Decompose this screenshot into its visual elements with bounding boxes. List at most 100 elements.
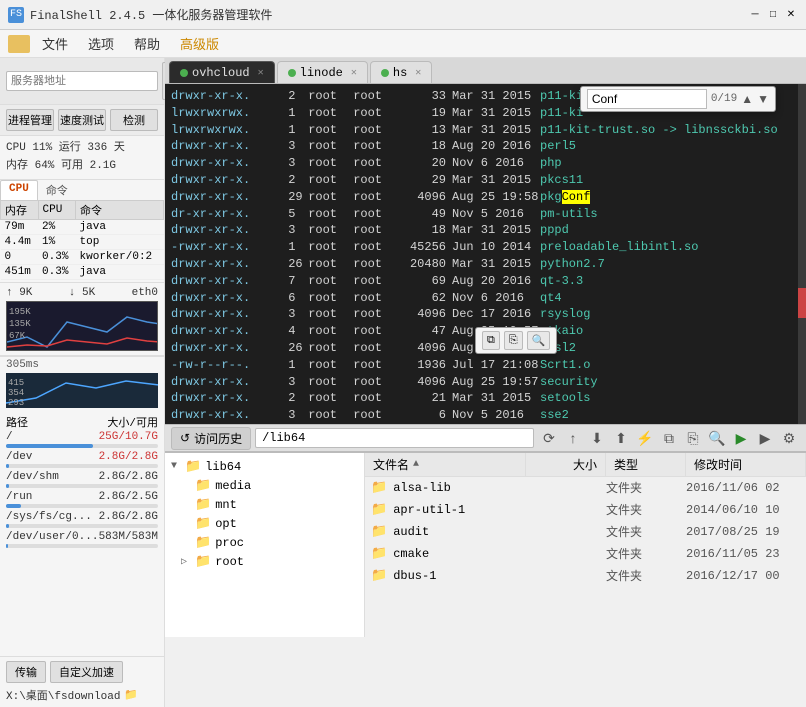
term-filename-4[interactable]: php [536, 155, 562, 172]
tab-close-ovhcloud[interactable]: ✕ [258, 67, 264, 79]
menu-item-premium[interactable]: 高级版 [172, 31, 227, 56]
ping-graph: 415 354 293 [6, 373, 158, 408]
term-filename-5[interactable]: pkcs11 [536, 172, 583, 189]
terminal-line-11: drwxr-xr-x. 7 root root69Aug 20 2016qt-3… [171, 273, 800, 290]
tab-cpu[interactable]: CPU [0, 180, 38, 200]
term-filename-18[interactable]: setools [536, 390, 590, 407]
tree-item-media[interactable]: 📁 media [165, 476, 364, 495]
header-filename[interactable]: 文件名 ▲ [365, 453, 526, 476]
upload-button[interactable]: ⬆ [610, 427, 632, 449]
file-date-0: 2016/11/06 02 [686, 481, 806, 495]
network-interface: eth0 [132, 287, 158, 299]
refresh-button[interactable]: ⟳ [538, 427, 560, 449]
settings-button[interactable]: ⚙ [778, 427, 800, 449]
process-row-1[interactable]: 4.4m1%top [1, 235, 164, 250]
term-filename-13[interactable]: rsyslog [536, 306, 590, 323]
term-filename-11[interactable]: qt-3.3 [536, 273, 583, 290]
term-filename-17[interactable]: security [536, 374, 598, 391]
terminal-line-4: drwxr-xr-x. 3 root root20Nov 6 2016php [171, 155, 800, 172]
term-filename-6[interactable]: pkgConf [536, 189, 590, 206]
term-filename-16[interactable]: Scrt1.o [536, 357, 590, 374]
term-filename-10[interactable]: python2.7 [536, 256, 605, 273]
term-perms: drwxr-xr-x. [171, 407, 281, 424]
custom-accel-button[interactable]: 自定义加速 [50, 661, 123, 683]
term-filename-3[interactable]: perl5 [536, 138, 576, 155]
menu-item-options[interactable]: 选项 [80, 31, 122, 56]
copy-popup: ⧉ ⎘ 🔍 [475, 327, 557, 354]
search-icon-button[interactable]: 🔍 [527, 331, 551, 350]
tree-item-proc[interactable]: 📁 proc [165, 533, 364, 552]
term-filename-1[interactable]: p11-ki [536, 105, 583, 122]
copy-btn2[interactable]: ⎘ [504, 331, 523, 350]
file-row-0[interactable]: 📁alsa-lib文件夹2016/11/06 02 [365, 477, 806, 499]
tab-cmd[interactable]: 命令 [38, 180, 76, 200]
transfer-button[interactable]: 传输 [6, 661, 46, 683]
tab-close-hs[interactable]: ✕ [415, 67, 421, 79]
file-row-2[interactable]: 📁audit文件夹2017/08/25 19 [365, 521, 806, 543]
folder-open-icon[interactable]: 📁 [124, 688, 138, 702]
proc-header-cmd: 命令 [76, 201, 164, 220]
process-row-3[interactable]: 451m0.3%java [1, 265, 164, 280]
header-size[interactable]: 大小 [526, 453, 606, 476]
paste-button[interactable]: ⎘ [682, 427, 704, 449]
search-prev-button[interactable]: ▲ [741, 92, 753, 106]
server-address-input[interactable] [6, 71, 158, 91]
term-group: root [346, 206, 391, 223]
term-filename-7[interactable]: pm-utils [536, 206, 598, 223]
tab-hs[interactable]: hs ✕ [370, 61, 432, 83]
menu-item-file[interactable]: 文件 [34, 31, 76, 56]
term-filename-0[interactable]: p11-ki [536, 88, 583, 105]
new-folder-button[interactable]: ▶ [730, 427, 752, 449]
copy-icon-button[interactable]: ⧉ [482, 331, 500, 350]
term-user: root [301, 323, 346, 340]
term-filename-9[interactable]: preloadable_libintl.so [536, 239, 698, 256]
term-filename-8[interactable]: pppd [536, 222, 569, 239]
term-user: root [301, 206, 346, 223]
header-type[interactable]: 类型 [606, 453, 686, 476]
file-date-1: 2014/06/10 10 [686, 503, 806, 517]
process-mgr-button[interactable]: 进程管理 [6, 109, 54, 131]
process-row-2[interactable]: 00.3%kworker/0:2 [1, 250, 164, 265]
tree-item-mnt[interactable]: 📁 mnt [165, 495, 364, 514]
search-files-button[interactable]: 🔍 [706, 427, 728, 449]
maximize-button[interactable]: □ [766, 8, 780, 22]
tab-close-linode[interactable]: ✕ [351, 67, 357, 79]
term-filename-12[interactable]: qt4 [536, 290, 562, 307]
file-row-3[interactable]: 📁cmake文件夹2016/11/05 23 [365, 543, 806, 565]
file-row-1[interactable]: 📁apr-util-1文件夹2014/06/10 10 [365, 499, 806, 521]
terminal-scrollbar-thumb[interactable] [798, 288, 806, 318]
tree-item-lib64[interactable]: ▼ 📁 lib64 [165, 457, 364, 476]
proc-cmd: kworker/0:2 [76, 250, 164, 265]
terminal[interactable]: 0/19 ▲ ▼ drwxr-xr-x. 2 root root33Mar 31… [165, 84, 806, 424]
term-user: root [301, 105, 346, 122]
minimize-button[interactable]: ─ [748, 8, 762, 22]
header-date[interactable]: 修改时间 [686, 453, 806, 476]
tab-linode[interactable]: linode ✕ [277, 61, 368, 83]
terminal-scrollbar[interactable] [798, 84, 806, 424]
play-button[interactable]: ▶ [754, 427, 776, 449]
history-button[interactable]: ↺ 访问历史 [171, 427, 251, 450]
close-button[interactable]: ✕ [784, 8, 798, 22]
copy-path-button[interactable]: ⧉ [658, 427, 680, 449]
tree-item-root[interactable]: ▷ 📁 root [165, 552, 364, 571]
tree-item-opt[interactable]: 📁 opt [165, 514, 364, 533]
up-button[interactable]: ↑ [562, 427, 584, 449]
file-row-4[interactable]: 📁dbus-1文件夹2016/12/17 00 [365, 565, 806, 587]
detect-button[interactable]: 检测 [110, 109, 158, 131]
speed-test-button[interactable]: 速度测试 [58, 109, 106, 131]
term-links: 5 [281, 206, 301, 223]
process-row-0[interactable]: 79m2%java [1, 220, 164, 235]
disk-bar-container-1 [6, 464, 158, 468]
search-input[interactable] [587, 89, 707, 109]
menu-item-help[interactable]: 帮助 [126, 31, 168, 56]
term-filename-2[interactable]: p11-kit-trust.so -> libnssckbi.so [536, 122, 778, 139]
tree-label-opt: opt [215, 517, 237, 531]
download-button[interactable]: ⬇ [586, 427, 608, 449]
lightning-button[interactable]: ⚡ [634, 427, 656, 449]
search-next-button[interactable]: ▼ [757, 92, 769, 106]
path-bar: /lib64 [255, 428, 534, 448]
tab-ovhcloud[interactable]: ovhcloud ✕ [169, 61, 275, 83]
term-filename-19[interactable]: sse2 [536, 407, 569, 424]
term-group: root [346, 407, 391, 424]
process-table: 内存 CPU 命令 79m2%java4.4m1%top00.3%kworker… [0, 200, 164, 280]
